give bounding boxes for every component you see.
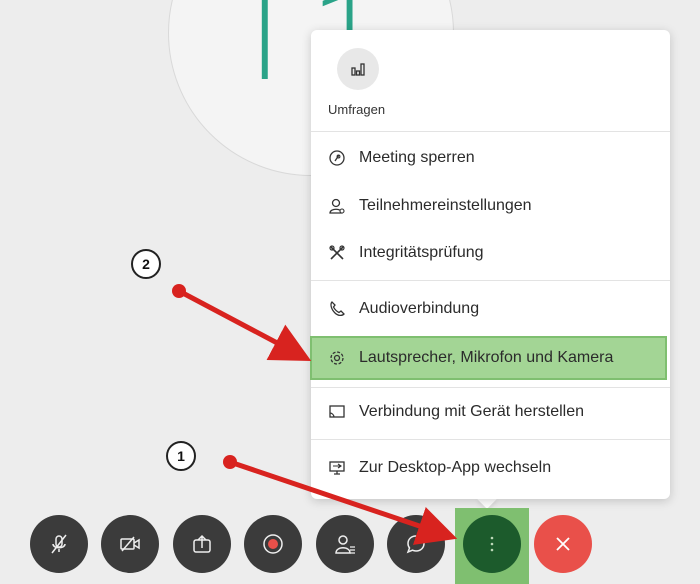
menu-item-speaker-mic-camera[interactable]: Lautsprecher, Mikrofon und Kamera [310,336,667,380]
arrow-1-origin [223,455,237,469]
menu-item-label: Zur Desktop-App wechseln [359,459,552,476]
menu-item-label: Teilnehmereinstellungen [359,197,532,214]
menu-item-lock-meeting[interactable]: Meeting sperren [311,138,670,178]
callout-2: 2 [131,249,161,279]
cast-icon [328,403,346,421]
tools-icon [328,244,346,262]
menu-item-label: Verbindung mit Gerät herstellen [359,403,585,420]
record-icon[interactable] [244,515,302,573]
more-icon[interactable] [463,515,521,573]
end-call-icon[interactable] [534,515,592,573]
camera-off-icon[interactable] [101,515,159,573]
desktop-app-icon [328,459,346,477]
polls-section[interactable]: Umfragen [311,30,670,130]
menu-item-audio-connection[interactable]: Audioverbindung [311,289,670,329]
menu-item-connect-device[interactable]: Verbindung mit Gerät herstellen [311,392,670,432]
polls-label: Umfragen [328,102,386,117]
arrow-2 [177,288,312,362]
lock-meeting-icon [328,149,346,167]
gear-icon [328,349,346,367]
participant-settings-icon [328,197,346,215]
divider [311,131,670,132]
menu-item-participant-settings[interactable]: Teilnehmereinstellungen [311,186,670,226]
menu-item-health-check[interactable]: Integritätsprüfung [311,233,670,273]
menu-item-label: Lautsprecher, Mikrofon und Kamera [359,349,614,366]
divider [311,387,670,388]
arrow-2-origin [172,284,186,298]
menu-item-desktop-app[interactable]: Zur Desktop-App wechseln [311,448,670,488]
share-screen-icon[interactable] [173,515,231,573]
callout-1: 1 [166,441,196,471]
mic-muted-icon[interactable] [30,515,88,573]
more-options-menu: Umfragen Meeting sperren Teilnehmereinst… [310,30,670,499]
poll-chart-icon[interactable] [337,48,379,90]
phone-icon [328,300,346,318]
menu-item-label: Integritätsprüfung [359,244,484,261]
chat-icon[interactable] [387,515,445,573]
divider [311,439,670,440]
menu-item-label: Meeting sperren [359,149,475,166]
menu-item-label: Audioverbindung [359,300,480,317]
participants-icon[interactable] [316,515,374,573]
divider [311,280,670,281]
meeting-toolbar [0,508,700,584]
